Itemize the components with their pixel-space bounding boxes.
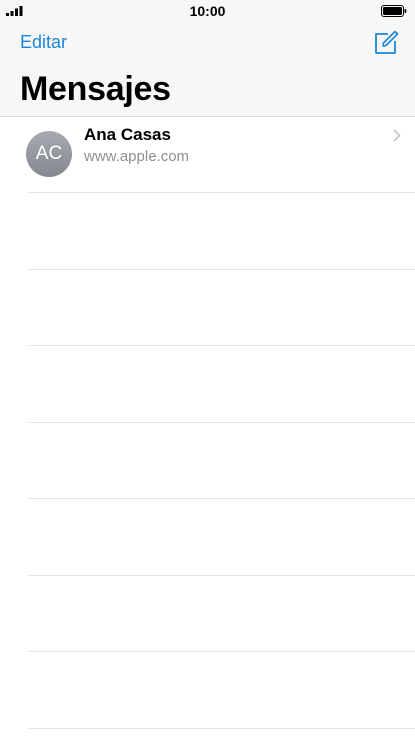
status-time: 10:00	[189, 3, 226, 19]
conversation-list: AC Ana Casas www.apple.com	[0, 117, 415, 193]
battery-full-icon	[381, 5, 407, 17]
chevron-right-icon	[393, 129, 401, 142]
row-divider	[28, 498, 415, 499]
row-divider	[28, 575, 415, 576]
row-divider	[28, 422, 415, 423]
page-title: Mensajes	[20, 70, 171, 108]
row-divider	[28, 269, 415, 270]
edit-button[interactable]: Editar	[20, 32, 67, 53]
avatar: AC	[26, 131, 72, 177]
row-divider	[28, 192, 415, 193]
navigation-bar: Editar Mensajes	[0, 22, 415, 117]
compose-icon[interactable]	[373, 30, 399, 56]
row-divider	[28, 651, 415, 652]
conversation-row[interactable]: AC Ana Casas www.apple.com	[0, 117, 415, 193]
contact-name: Ana Casas	[84, 125, 171, 144]
row-divider	[28, 345, 415, 346]
message-preview: www.apple.com	[84, 148, 190, 165]
row-divider	[28, 728, 415, 729]
status-bar: 10:00	[0, 0, 415, 22]
